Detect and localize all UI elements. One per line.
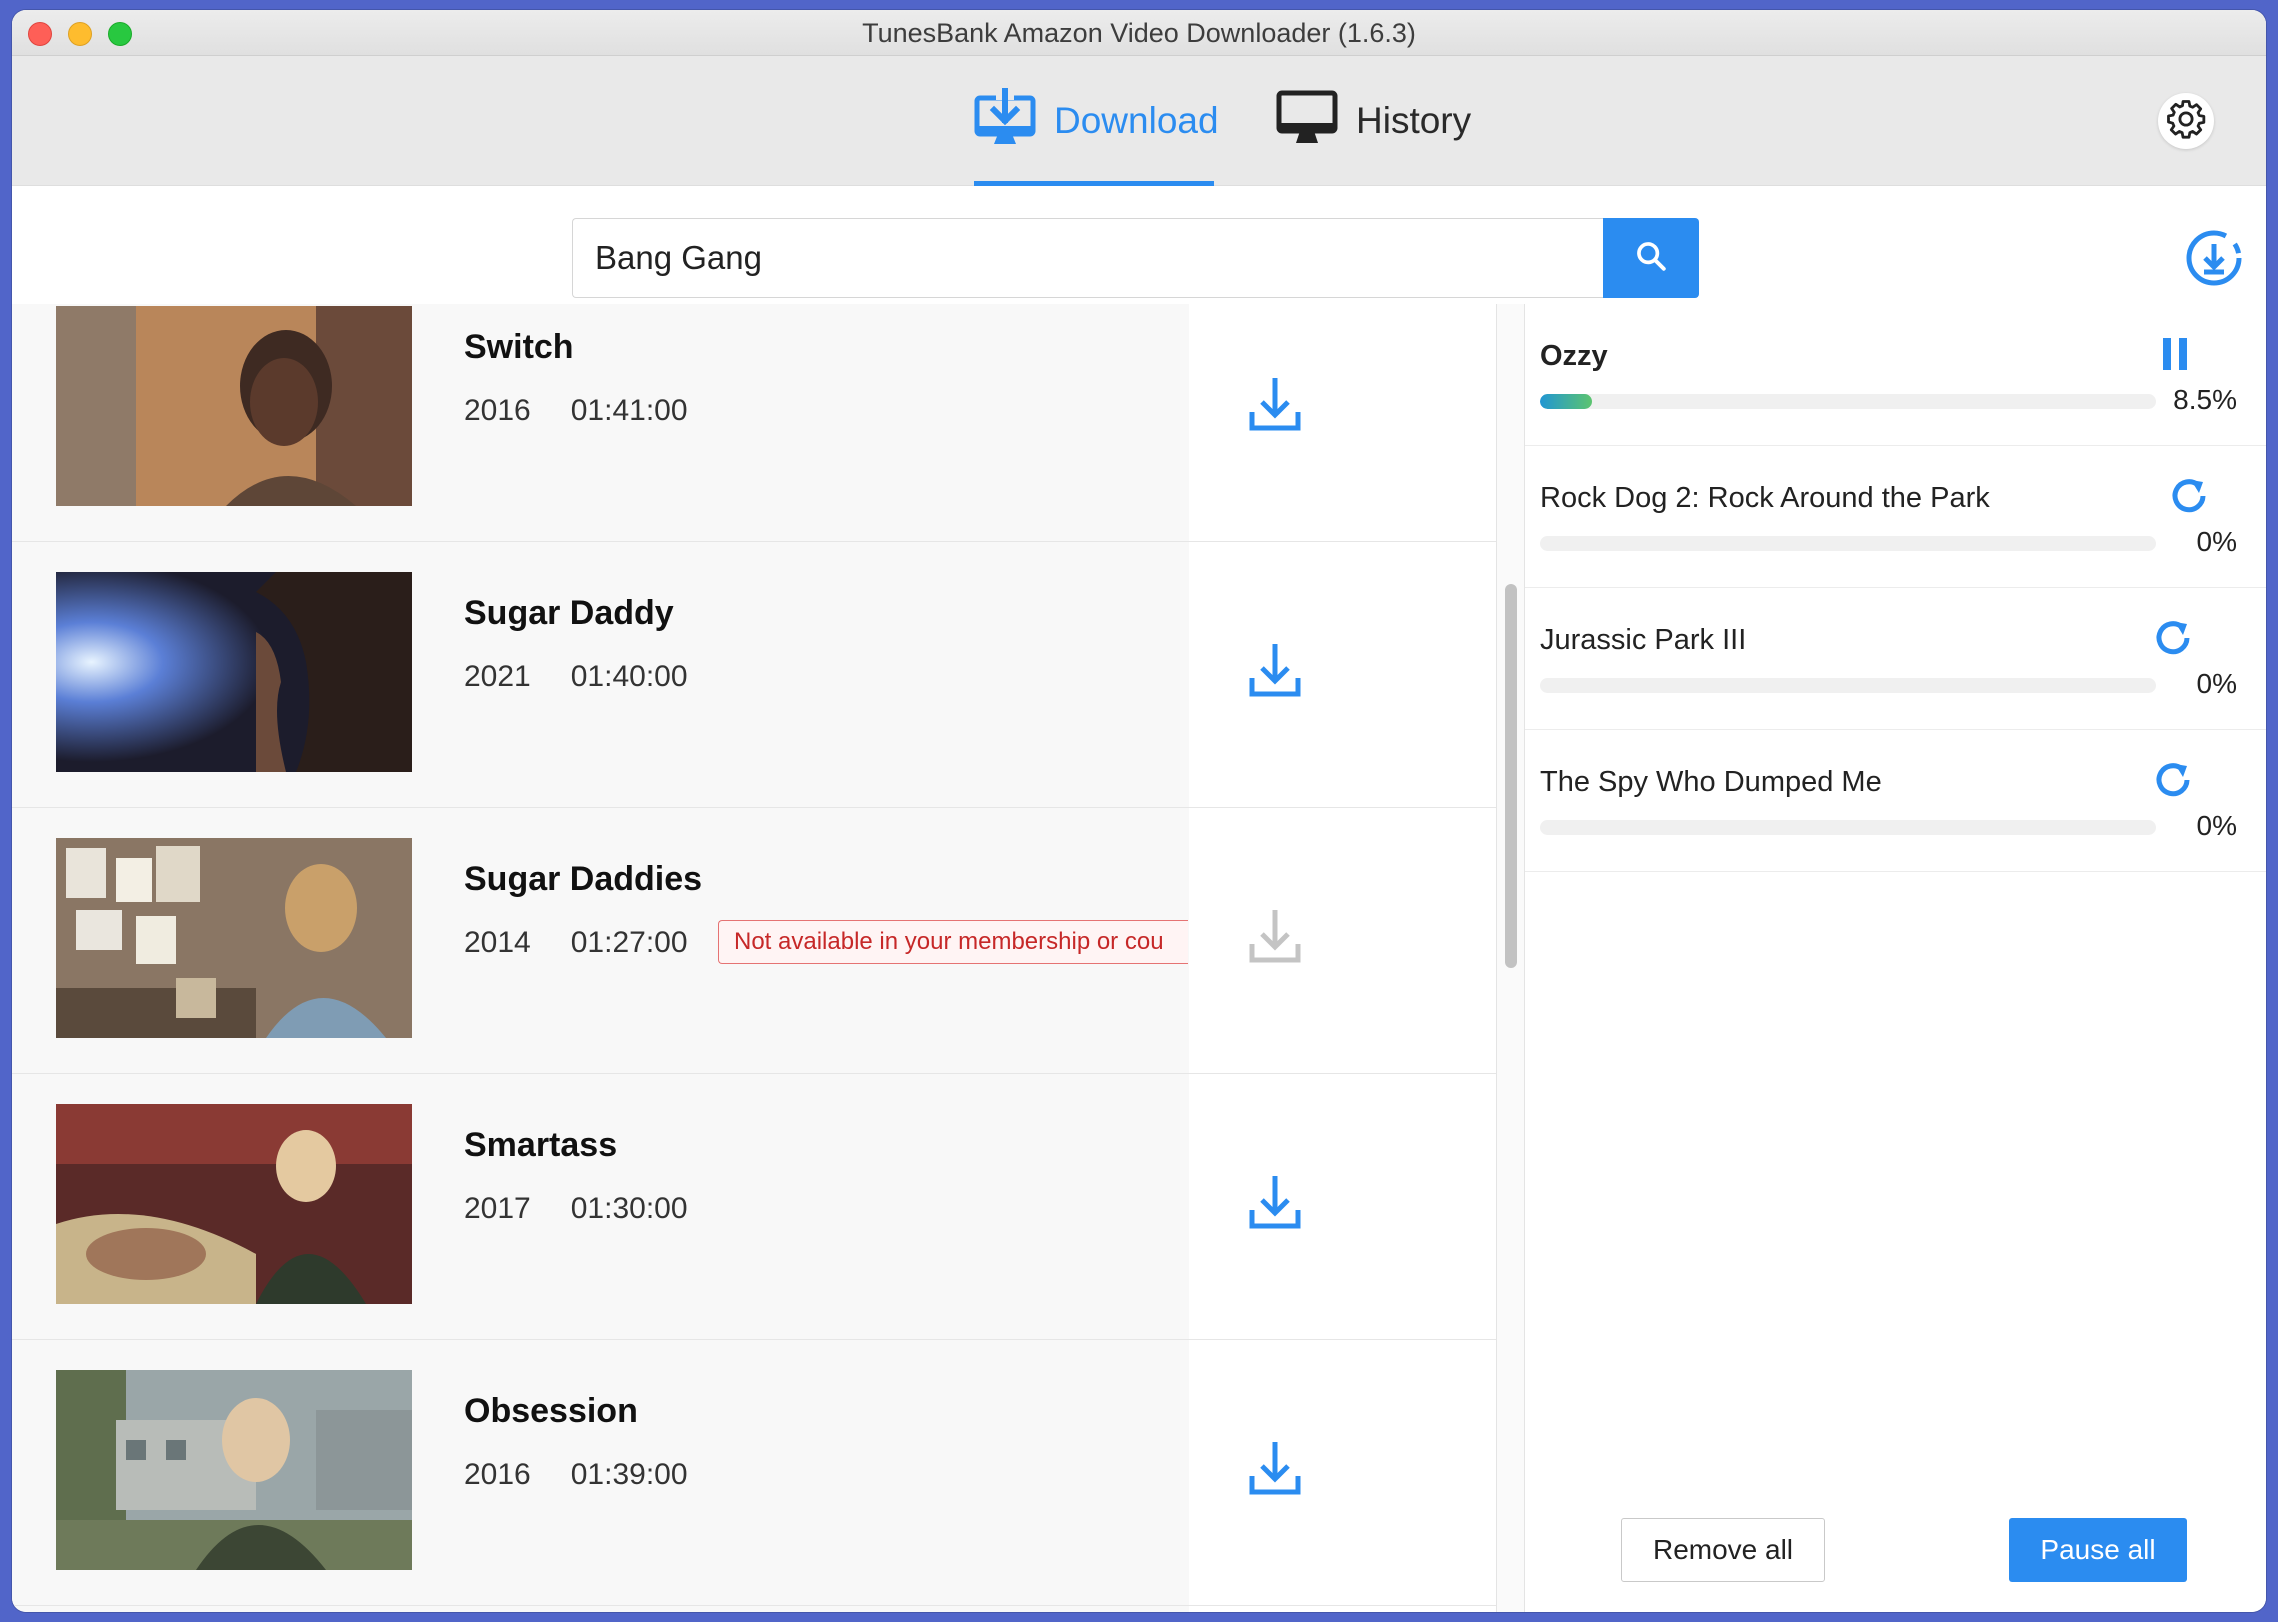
queue-progress-bar — [1540, 820, 2156, 835]
queue-item-title: The Spy Who Dumped Me — [1540, 766, 1882, 798]
settings-button[interactable] — [2158, 93, 2214, 149]
search-area — [12, 186, 2266, 304]
result-row: Smartass 2017 01:30:00 — [12, 1074, 1496, 1340]
unavailable-notice: Not available in your membership or cou — [718, 920, 1188, 964]
results-scrollbar-thumb[interactable] — [1505, 584, 1517, 968]
app-window: TunesBank Amazon Video Downloader (1.6.3… — [12, 10, 2266, 1612]
minimize-window-button[interactable] — [68, 22, 92, 46]
download-icon — [1242, 644, 1308, 708]
video-title: Obsession — [464, 1392, 638, 1430]
download-button-disabled — [1242, 904, 1308, 970]
pause-button[interactable] — [2151, 330, 2199, 378]
video-duration: 01:27:00 — [570, 926, 688, 959]
gear-icon — [2165, 98, 2207, 145]
queue-item: The Spy Who Dumped Me 0% — [1525, 730, 2266, 872]
download-icon — [1242, 1176, 1308, 1240]
zoom-window-button[interactable] — [108, 22, 132, 46]
video-thumbnail — [56, 306, 412, 506]
queue-progress-fill — [1540, 394, 1593, 409]
video-thumbnail — [56, 572, 412, 772]
video-duration: 01:30:00 — [570, 1192, 688, 1225]
video-duration: 01:39:00 — [570, 1458, 688, 1491]
result-row: Switch 2016 01:41:00 — [12, 304, 1496, 542]
download-button[interactable] — [1242, 372, 1308, 438]
search-icon — [1634, 239, 1668, 278]
retry-button[interactable] — [2149, 614, 2197, 662]
video-year: 2017 — [464, 1192, 531, 1225]
queue-item-title: Jurassic Park III — [1540, 624, 1747, 656]
retry-button[interactable] — [2149, 756, 2197, 804]
download-icon — [1242, 378, 1308, 442]
queue-item: Ozzy 8.5% — [1525, 304, 2266, 446]
video-title: Sugar Daddy — [464, 594, 674, 632]
close-window-button[interactable] — [28, 22, 52, 46]
queue-item-percent: 0% — [2196, 526, 2237, 557]
video-thumbnail — [56, 838, 412, 1038]
download-button[interactable] — [1242, 638, 1308, 704]
video-duration: 01:41:00 — [570, 394, 688, 427]
queue-item-percent: 8.5% — [2173, 384, 2237, 415]
queue-item-percent: 0% — [2196, 668, 2237, 699]
queue-progress-bar — [1540, 678, 2156, 693]
video-meta: 2016 01:39:00 — [464, 1458, 688, 1492]
download-monitor-icon — [974, 86, 1036, 155]
download-button[interactable] — [1242, 1436, 1308, 1502]
queue-item: Jurassic Park III 0% — [1525, 588, 2266, 730]
queue-item-title: Ozzy — [1540, 340, 1608, 372]
tab-download[interactable]: Download — [974, 56, 1219, 186]
search-button[interactable] — [1603, 218, 1699, 298]
download-icon — [1242, 1442, 1308, 1506]
video-title: Smartass — [464, 1126, 618, 1164]
video-meta: 2016 01:41:00 — [464, 394, 688, 428]
refresh-icon — [2149, 763, 2197, 808]
video-year: 2014 — [464, 926, 531, 959]
refresh-icon — [2149, 621, 2197, 666]
video-title: Sugar Daddies — [464, 860, 703, 898]
video-meta: 2014 01:27:00 — [464, 926, 688, 960]
retry-button[interactable] — [2165, 472, 2213, 520]
queue-progress-bar — [1540, 394, 2156, 409]
video-meta: 2021 01:40:00 — [464, 660, 688, 694]
toolbar: Download History — [12, 56, 2266, 186]
download-button[interactable] — [1242, 1170, 1308, 1236]
tab-history-label: History — [1356, 100, 1472, 141]
download-circle-icon — [2184, 230, 2244, 292]
result-row: Sugar Daddy 2021 01:40:00 — [12, 542, 1496, 808]
remove-all-button[interactable]: Remove all — [1621, 1518, 1825, 1582]
window-title: TunesBank Amazon Video Downloader (1.6.3… — [862, 18, 1416, 48]
queue-item-title: Rock Dog 2: Rock Around the Park — [1540, 482, 1990, 514]
video-year: 2016 — [464, 1458, 531, 1491]
pause-icon — [2151, 338, 2199, 382]
pause-all-button[interactable]: Pause all — [2009, 1518, 2187, 1582]
video-year: 2021 — [464, 660, 531, 693]
download-icon — [1242, 910, 1308, 974]
results-list[interactable]: Switch 2016 01:41:00 Sugar Daddy 2021 01… — [12, 304, 1496, 1612]
tab-history[interactable]: History — [1276, 56, 1471, 186]
video-title: Switch — [464, 328, 574, 366]
video-meta: 2017 01:30:00 — [464, 1192, 688, 1226]
result-row: Sugar Daddies 2014 01:27:00 Not availabl… — [12, 808, 1496, 1074]
video-thumbnail — [56, 1370, 412, 1570]
download-queue-toggle[interactable] — [2184, 228, 2244, 288]
video-thumbnail — [56, 1104, 412, 1304]
queue-progress-bar — [1540, 536, 2156, 551]
refresh-icon — [2165, 479, 2213, 524]
result-row: Obsession 2016 01:39:00 — [12, 1340, 1496, 1606]
video-year: 2016 — [464, 394, 531, 427]
monitor-icon — [1276, 89, 1338, 154]
queue-item-percent: 0% — [2196, 810, 2237, 841]
download-queue: Ozzy 8.5% Rock Dog 2: Rock Around the Pa… — [1524, 304, 2266, 1612]
queue-item: Rock Dog 2: Rock Around the Park 0% — [1525, 446, 2266, 588]
title-bar: TunesBank Amazon Video Downloader (1.6.3… — [12, 10, 2266, 56]
search-input[interactable] — [572, 218, 1604, 298]
video-duration: 01:40:00 — [570, 660, 688, 693]
tab-download-label: Download — [1054, 100, 1219, 141]
